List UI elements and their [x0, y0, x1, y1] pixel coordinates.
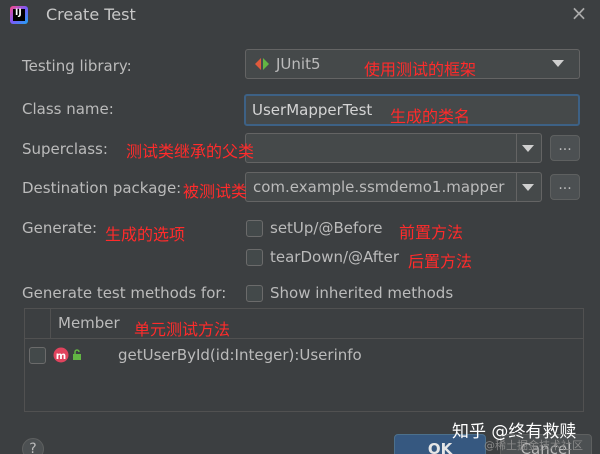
method-icon: m	[53, 347, 69, 363]
setup-checkbox[interactable]	[246, 220, 263, 237]
superclass-browse-button[interactable]: ...	[550, 135, 580, 161]
class-name-label: Class name:	[22, 100, 114, 118]
show-inherited-checkbox[interactable]	[246, 285, 263, 302]
annotation-class-name: 生成的类名	[390, 107, 471, 126]
destination-package-combo[interactable]: com.example.ssmdemo1.mapper	[245, 172, 542, 202]
member-table: Member m getUserById(id:Integer):Userinf…	[24, 308, 584, 412]
show-inherited-label[interactable]: Show inherited methods	[270, 284, 453, 302]
row-checkbox[interactable]	[29, 347, 46, 364]
destination-package-label: Destination package:	[22, 179, 182, 197]
teardown-checkbox[interactable]	[246, 249, 263, 266]
junit-icon	[255, 58, 269, 70]
watermark-juejin: @稀土掘金技术社区	[484, 439, 583, 452]
superclass-combo[interactable]	[245, 133, 542, 163]
annotation-destination: 被测试类	[183, 182, 248, 201]
intellij-app-icon: IJ	[10, 6, 28, 24]
superclass-label: Superclass:	[22, 140, 108, 158]
destination-package-value: com.example.ssmdemo1.mapper	[253, 178, 505, 196]
table-header: Member	[25, 309, 583, 339]
table-header-check-column	[25, 309, 51, 339]
svg-text:m: m	[56, 351, 66, 362]
dialog-title: Create Test	[46, 5, 136, 24]
destination-browse-button[interactable]: ...	[550, 174, 580, 200]
generate-label: Generate:	[22, 219, 98, 237]
chevron-down-icon[interactable]	[522, 184, 534, 191]
teardown-label[interactable]: tearDown/@After	[270, 248, 399, 266]
annotation-teardown: 后置方法	[408, 252, 473, 271]
testing-library-value: JUnit5	[276, 55, 321, 73]
table-row[interactable]: m getUserById(id:Integer):Userinfo	[25, 340, 583, 370]
setup-label[interactable]: setUp/@Before	[270, 219, 383, 237]
annotation-superclass: 测试类继承的父类	[126, 142, 255, 161]
annotation-member: 单元测试方法	[134, 320, 231, 339]
annotation-generate: 生成的选项	[105, 225, 186, 244]
chevron-down-icon	[552, 60, 564, 67]
help-button[interactable]: ?	[22, 438, 44, 454]
annotation-testing-library: 使用测试的框架	[364, 60, 477, 79]
lock-icon	[73, 349, 81, 360]
chevron-down-icon[interactable]	[522, 145, 534, 152]
annotation-setup: 前置方法	[399, 223, 464, 242]
table-header-member[interactable]: Member	[58, 314, 120, 332]
method-signature: getUserById(id:Integer):Userinfo	[118, 346, 362, 364]
testing-library-label: Testing library:	[22, 57, 132, 75]
class-name-value: UserMapperTest	[252, 101, 373, 119]
close-icon[interactable]: ×	[570, 3, 588, 23]
generate-methods-label: Generate test methods for:	[22, 284, 227, 302]
